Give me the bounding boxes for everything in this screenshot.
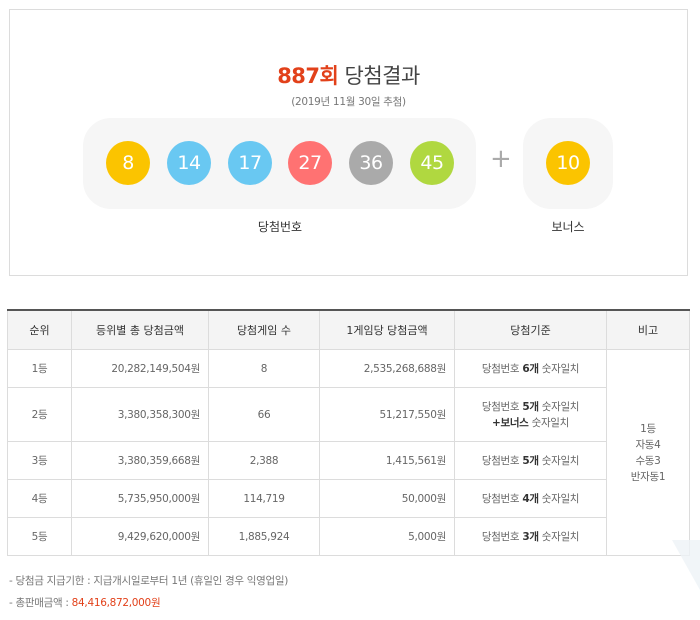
criteria-text: 숫자일치 [538,492,580,505]
total-prize-cell: 3,380,358,300원 [71,387,209,442]
table-header-row: 순위 등위별 총 당첨금액 당첨게임 수 1게임당 당첨금액 당첨기준 비고 [7,310,690,350]
winning-ball: 27 [288,141,332,185]
criteria-text: 숫자일치 [538,454,580,467]
winner-count-cell: 8 [208,349,320,388]
round-number: 887회 [277,64,339,88]
prize-per-game-cell: 2,535,268,688원 [319,349,455,388]
criteria-text: 당첨번호 [481,530,523,543]
criteria-cell: 당첨번호 5개 숫자일치 +보너스 숫자일치 [454,387,607,442]
winner-count-cell: 66 [208,387,320,442]
winning-numbers-label: 당첨번호 [257,220,303,234]
prize-per-game-cell: 5,000원 [319,517,455,556]
total-sales-label: - 총판매금액 : [9,597,72,609]
winner-count-cell: 1,885,924 [208,517,320,556]
criteria-text: 당첨번호 [481,400,523,413]
plus-icon: + [490,144,512,174]
prize-table: 순위 등위별 총 당첨금액 당첨게임 수 1게임당 당첨금액 당첨기준 비고 1… [7,309,690,556]
table-row: 1등 20,282,149,504원 8 2,535,268,688원 당첨번호… [7,349,690,556]
total-prize-cell: 3,380,359,668원 [71,441,209,480]
winner-count-cell: 2,388 [208,441,320,480]
winning-ball: 17 [228,141,272,185]
table-row: 2등 3,380,358,300원 66 51,217,550원 당첨번호 5개… [7,387,690,442]
header-rank: 순위 [7,310,72,350]
criteria-count: 3개 [522,530,539,543]
criteria-text: 당첨번호 [481,362,523,375]
total-prize-cell: 20,282,149,504원 [71,349,209,388]
total-prize-cell: 5,735,950,000원 [71,479,209,518]
rank-cell: 4등 [7,479,72,518]
rank-cell: 3등 [7,441,72,480]
payout-deadline-note: - 당첨금 지급기한 : 지급개시일로부터 1년 (휴일인 경우 익영업일) [9,575,289,587]
table-row: 5등 9,429,620,000원 1,885,924 5,000원 당첨번호 … [7,517,690,556]
criteria-text: 숫자일치 [538,362,580,375]
criteria-text: 숫자일치 [528,416,570,429]
footnotes: - 당첨금 지급기한 : 지급개시일로부터 1년 (휴일인 경우 익영업일) -… [9,573,288,617]
prize-per-game-cell: 1,415,561원 [319,441,455,480]
remarks-line: 1등 [640,422,656,435]
table-row: 4등 5,735,950,000원 114,719 50,000원 당첨번호 4… [7,479,690,518]
criteria-cell: 당첨번호 4개 숫자일치 [454,479,607,518]
criteria-cell: 당첨번호 6개 숫자일치 [454,349,607,388]
rank-cell: 1등 [7,349,72,388]
rank-cell: 2등 [7,387,72,442]
total-prize-cell: 9,429,620,000원 [71,517,209,556]
winner-count-cell: 114,719 [208,479,320,518]
corner-decoration [672,540,700,590]
remarks-line: 수동3 [635,454,661,467]
criteria-count: 4개 [522,492,539,505]
winning-ball: 36 [349,141,393,185]
header-total-prize: 등위별 총 당첨금액 [71,310,209,350]
total-sales-note: - 총판매금액 : 84,416,872,000원 [9,595,288,617]
criteria-text: 당첨번호 [481,492,523,505]
prize-per-game-cell: 51,217,550원 [319,387,455,442]
criteria-text: 숫자일치 [538,530,580,543]
table-row: 3등 3,380,359,668원 2,388 1,415,561원 당첨번호 … [7,441,690,480]
criteria-cell: 당첨번호 3개 숫자일치 [454,517,607,556]
remarks-line: 반자동1 [630,470,666,483]
prize-per-game-cell: 50,000원 [319,479,455,518]
criteria-cell: 당첨번호 5개 숫자일치 [454,441,607,480]
criteria-text: 숫자일치 [538,400,580,413]
header-remarks: 비고 [606,310,690,350]
title-suffix: 당첨결과 [344,64,421,88]
winning-ball: 45 [410,141,454,185]
header-winner-count: 당첨게임 수 [208,310,320,350]
criteria-bonus: +보너스 [491,416,529,429]
remarks-cell: 1등 자동4 수동3 반자동1 [606,349,690,556]
total-sales-amount: 84,416,872,000원 [71,597,161,609]
rank-cell: 5등 [7,517,72,556]
criteria-count: 5개 [522,454,539,467]
criteria-count: 5개 [522,400,539,413]
page-title: 887회 당첨결과 [10,60,687,90]
winning-ball: 8 [106,141,150,185]
remarks-line: 자동4 [635,438,661,451]
header-prize-per-game: 1게임당 당첨금액 [319,310,455,350]
header-criteria: 당첨기준 [454,310,607,350]
draw-date: (2019년 11월 30일 추첨) [291,96,406,108]
bonus-label: 보너스 [551,220,585,234]
criteria-count: 6개 [522,362,539,375]
bonus-ball: 10 [546,141,590,185]
draw-result-panel: 887회 당첨결과 (2019년 11월 30일 추첨) 8 14 17 27 … [9,9,688,276]
winning-ball: 14 [167,141,211,185]
criteria-text: 당첨번호 [481,454,523,467]
